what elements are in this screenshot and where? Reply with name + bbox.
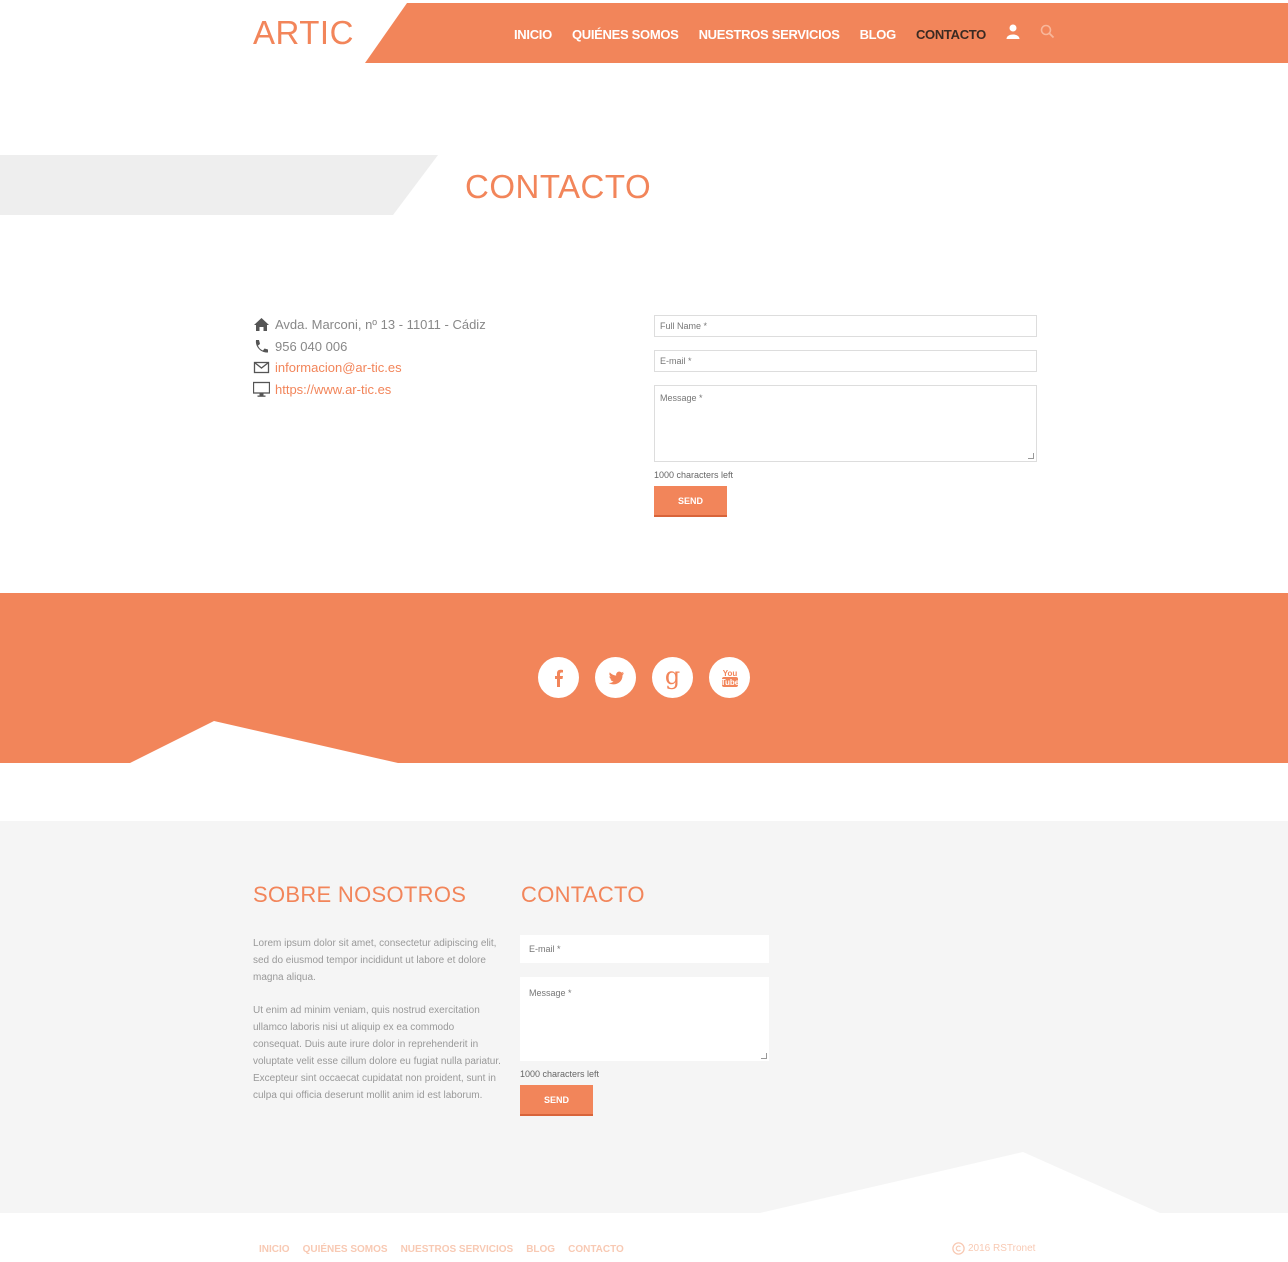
phone-row: 956 040 006 bbox=[253, 336, 486, 358]
facebook-icon[interactable] bbox=[538, 657, 579, 698]
svg-text:You: You bbox=[722, 669, 737, 678]
twitter-icon[interactable] bbox=[595, 657, 636, 698]
footer-message-field[interactable]: Message * bbox=[520, 977, 769, 1061]
send-button[interactable]: SEND bbox=[654, 486, 727, 517]
email-link[interactable]: informacion@ar-tic.es bbox=[275, 360, 402, 375]
bottom-nav: INICIO QUIÉNES SOMOS NUESTROS SERVICIOS … bbox=[259, 1244, 637, 1255]
footer-message-placeholder: Message * bbox=[529, 988, 572, 998]
footer-email-field[interactable]: E-mail * bbox=[520, 935, 769, 963]
chars-left: 1000 characters left bbox=[654, 470, 734, 480]
message-placeholder: Message * bbox=[660, 393, 703, 403]
phone-icon bbox=[255, 339, 268, 353]
footer-about-paragraph-1: Lorem ipsum dolor sit amet, consectetur … bbox=[253, 938, 497, 983]
bottom-nav-quienes-somos[interactable]: QUIÉNES SOMOS bbox=[303, 1244, 388, 1255]
svg-text:Tube: Tube bbox=[720, 678, 739, 687]
footer-chars-left: 1000 characters left bbox=[520, 1069, 600, 1079]
user-icon[interactable] bbox=[1006, 24, 1020, 44]
copyright-icon bbox=[952, 1242, 965, 1255]
site-header: ARTIC INICIO QUIÉNES SOMOS NUESTROS SERV… bbox=[0, 0, 1288, 66]
monitor-icon bbox=[253, 381, 270, 397]
footer-about-title: SOBRE NOSOTROS bbox=[253, 882, 467, 907]
email-row: informacion@ar-tic.es bbox=[253, 357, 486, 379]
bottom-bar bbox=[0, 1213, 1288, 1262]
nav-nuestros-servicios[interactable]: NUESTROS SERVICIOS bbox=[699, 27, 840, 42]
footer-send-button[interactable]: SEND bbox=[520, 1085, 593, 1116]
website-row: https://www.ar-tic.es bbox=[253, 379, 486, 401]
website-link[interactable]: https://www.ar-tic.es bbox=[275, 382, 391, 397]
resize-handle-icon[interactable] bbox=[1028, 453, 1034, 459]
contact-form: Full Name * E-mail * Message * 1000 char… bbox=[654, 315, 1037, 517]
phone-text: 956 040 006 bbox=[275, 338, 348, 354]
google-plus-icon[interactable]: g bbox=[652, 657, 693, 698]
bottom-nav-contacto[interactable]: CONTACTO bbox=[568, 1244, 624, 1255]
bottom-nav-blog[interactable]: BLOG bbox=[526, 1244, 555, 1255]
nav-inicio[interactable]: INICIO bbox=[514, 27, 552, 42]
home-icon bbox=[254, 318, 269, 332]
bottom-nav-nuestros-servicios[interactable]: NUESTROS SERVICIOS bbox=[401, 1244, 514, 1255]
site-logo[interactable]: ARTIC bbox=[253, 14, 354, 52]
main-nav: INICIO QUIÉNES SOMOS NUESTROS SERVICIOS … bbox=[514, 24, 1075, 44]
nav-quienes-somos[interactable]: QUIÉNES SOMOS bbox=[572, 27, 679, 42]
footer-about-paragraph-2: Ut enim ad minim veniam, quis nostrud ex… bbox=[253, 1005, 501, 1101]
nav-contacto[interactable]: CONTACTO bbox=[916, 27, 986, 42]
address-row: Avda. Marconi, nº 13 - 11011 - Cádiz bbox=[253, 314, 486, 336]
social-links: g You Tube bbox=[538, 657, 750, 698]
footer-resize-handle-icon[interactable] bbox=[761, 1053, 767, 1059]
message-field[interactable]: Message * bbox=[654, 385, 1037, 462]
page-title: CONTACTO bbox=[465, 168, 652, 205]
full-name-field[interactable]: Full Name * bbox=[654, 315, 1037, 337]
bottom-nav-inicio[interactable]: INICIO bbox=[259, 1244, 290, 1255]
title-banner-shape bbox=[0, 155, 438, 215]
nav-blog[interactable]: BLOG bbox=[860, 27, 897, 42]
copyright-text: 2016 RSTronet bbox=[968, 1243, 1036, 1254]
contact-info: Avda. Marconi, nº 13 - 11011 - Cádiz 956… bbox=[253, 314, 486, 400]
address-text: Avda. Marconi, nº 13 - 11011 - Cádiz bbox=[275, 317, 486, 333]
envelope-icon bbox=[253, 362, 270, 374]
search-icon[interactable] bbox=[1040, 24, 1055, 44]
youtube-icon[interactable]: You Tube bbox=[709, 657, 750, 698]
copyright: 2016 RSTronet bbox=[952, 1242, 1035, 1255]
footer-contact-form: E-mail * Message * 1000 characters left … bbox=[520, 935, 769, 1116]
footer-wave-shape bbox=[0, 1152, 1288, 1216]
email-field[interactable]: E-mail * bbox=[654, 350, 1037, 372]
footer-contact-title: CONTACTO bbox=[521, 882, 645, 907]
